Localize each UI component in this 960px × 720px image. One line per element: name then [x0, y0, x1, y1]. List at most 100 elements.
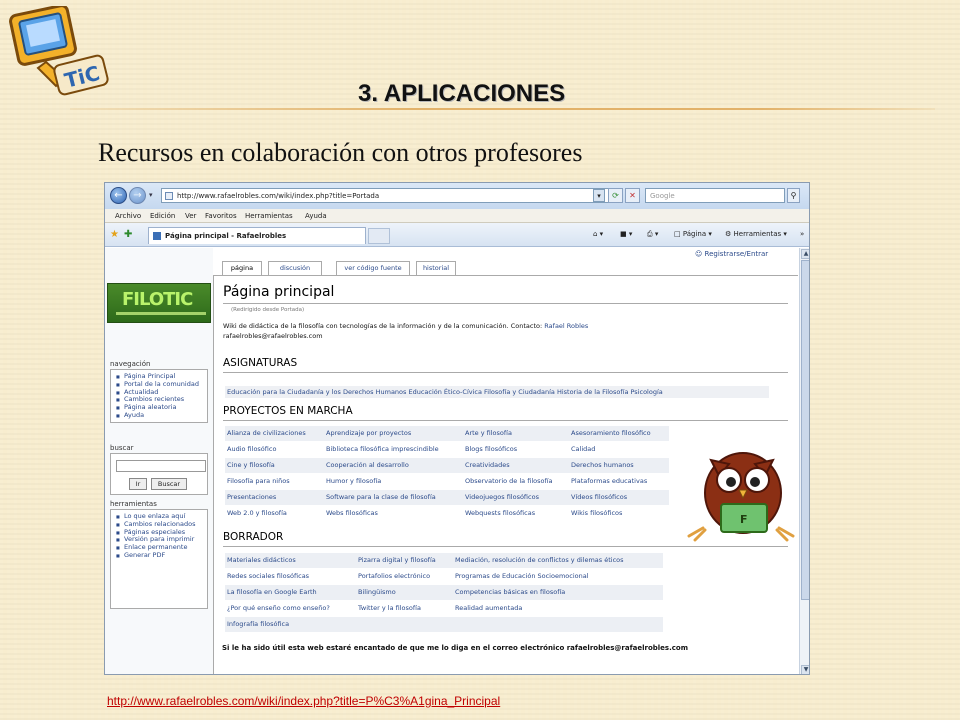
borrador-link[interactable]: Infografía filosófica — [225, 617, 356, 632]
refresh-icon[interactable]: ⟳ — [608, 188, 623, 203]
contact-link[interactable]: Rafael Robles — [544, 322, 588, 330]
proyecto-link[interactable]: Aprendizaje por proyectos — [324, 426, 463, 441]
footer-note: Si le ha sido útil esta web estaré encan… — [222, 644, 688, 652]
address-dropdown-icon[interactable]: ▾ — [593, 189, 605, 202]
add-favorite-icon[interactable]: ✚ — [124, 229, 132, 240]
menu-bar: Archivo Edición Ver Favoritos Herramient… — [105, 209, 809, 223]
tab-discusion[interactable]: discusión — [268, 261, 322, 275]
menu-herramientas[interactable]: Herramientas — [245, 212, 293, 220]
tool-link-pdf[interactable]: Generar PDF — [116, 551, 206, 560]
page-viewport: FILOTIC navegación Página Principal Port… — [105, 248, 809, 674]
go-button[interactable]: Ir — [129, 478, 147, 490]
borrador-link[interactable]: Realidad aumentada — [453, 601, 663, 616]
proyecto-link[interactable]: Webs filosóficas — [324, 506, 463, 521]
source-url-link[interactable]: http://www.rafaelrobles.com/wiki/index.p… — [107, 694, 500, 708]
proyecto-link[interactable]: Blogs filosóficos — [463, 442, 569, 457]
svg-text:F: F — [740, 513, 748, 526]
proyecto-link[interactable]: Filosofía para niños — [225, 474, 324, 489]
borrador-divider — [223, 546, 788, 547]
history-dropdown-icon[interactable]: ▾ — [149, 191, 153, 199]
proyecto-link[interactable]: Alianza de civilizaciones — [225, 426, 324, 441]
nav-link-ayuda[interactable]: Ayuda — [116, 411, 206, 420]
navigation-box: Página Principal Portal de la comunidad … — [110, 369, 208, 423]
borrador-link[interactable] — [453, 617, 663, 632]
proyecto-link[interactable]: Derechos humanos — [569, 458, 669, 473]
proyecto-link[interactable]: Plataformas educativas — [569, 474, 669, 489]
proyecto-link[interactable]: Arte y filosofía — [463, 426, 569, 441]
address-input[interactable]: http://www.rafaelrobles.com/wiki/index.p… — [161, 188, 621, 203]
login-link-label: Registrarse/Entrar — [704, 250, 769, 258]
asignaturas-links[interactable]: Educación para la Ciudadanía y los Derec… — [225, 386, 769, 398]
proyecto-link[interactable]: Cine y filosofía — [225, 458, 324, 473]
menu-ayuda[interactable]: Ayuda — [305, 212, 327, 220]
intro-sentence: Wiki de didáctica de la filosofía con te… — [223, 322, 543, 330]
page-title: Página principal — [223, 284, 335, 300]
proyecto-link[interactable]: Videojuegos filosóficos — [463, 490, 569, 505]
borrador-link[interactable]: Redes sociales filosóficas — [225, 569, 356, 584]
forward-arrow-icon[interactable]: → — [129, 187, 146, 204]
proyecto-link[interactable]: Cooperación al desarrollo — [324, 458, 463, 473]
login-link[interactable]: ☺ Registrarse/Entrar — [695, 250, 768, 258]
back-arrow-icon[interactable]: ← — [110, 187, 127, 204]
tools-menu[interactable]: ⚙ Herramientas ▾ — [725, 230, 787, 238]
page-scrollbar[interactable]: ▲ ▼ — [799, 248, 809, 674]
search-icon[interactable]: ⚲ — [787, 188, 800, 203]
tab-ver-codigo[interactable]: ver código fuente — [336, 261, 410, 275]
browser-screenshot: ← → ▾ http://www.rafaelrobles.com/wiki/i… — [104, 182, 810, 675]
borrador-link[interactable]: La filosofía en Google Earth — [225, 585, 356, 600]
borrador-link[interactable]: ¿Por qué enseño como enseño? — [225, 601, 356, 616]
proyecto-link[interactable]: Calidad — [569, 442, 669, 457]
menu-favoritos[interactable]: Favoritos — [205, 212, 237, 220]
menu-ver[interactable]: Ver — [185, 212, 196, 220]
browser-tab-title: Página principal - Rafaelrobles — [165, 232, 287, 240]
proyecto-link[interactable]: Vídeos filosóficos — [569, 490, 669, 505]
borrador-link[interactable]: Pizarra digital y filosofía — [356, 553, 453, 568]
stop-icon[interactable]: ✕ — [625, 188, 640, 203]
proyecto-link[interactable]: Observatorio de la filosofía — [463, 474, 569, 489]
toolbar-overflow-icon[interactable]: » — [800, 230, 804, 238]
proyecto-link[interactable]: Web 2.0 y filosofía — [225, 506, 324, 521]
wiki-search-input[interactable] — [116, 460, 206, 472]
scroll-down-icon[interactable]: ▼ — [801, 665, 809, 674]
heading-borrador: BORRADOR — [223, 531, 284, 543]
borrador-link[interactable]: Competencias básicas en filosofía — [453, 585, 663, 600]
proyecto-link[interactable]: Presentaciones — [225, 490, 324, 505]
proyecto-link[interactable]: Biblioteca filosófica imprescindible — [324, 442, 463, 457]
proyecto-link[interactable]: Audio filosófico — [225, 442, 324, 457]
borrador-link[interactable] — [356, 617, 453, 632]
borrador-link[interactable]: Materiales didácticos — [225, 553, 356, 568]
menu-edicion[interactable]: Edición — [150, 212, 175, 220]
scroll-up-icon[interactable]: ▲ — [801, 249, 809, 259]
slide-title-rule — [70, 108, 935, 110]
feeds-icon[interactable]: ■ ▾ — [620, 230, 632, 238]
borrador-link[interactable]: Programas de Educación Socioemocional — [453, 569, 663, 584]
menu-archivo[interactable]: Archivo — [115, 212, 141, 220]
home-icon[interactable]: ⌂ ▾ — [593, 230, 603, 238]
filotic-logo-text: FILOTIC — [122, 289, 193, 310]
tools-box: Lo que enlaza aquí Cambios relacionados … — [110, 509, 208, 609]
tab-pagina[interactable]: página — [222, 261, 262, 276]
tab-historial[interactable]: historial — [416, 261, 456, 275]
borrador-link[interactable]: Portafolios electrónico — [356, 569, 453, 584]
browser-search-input[interactable]: Google — [645, 188, 785, 203]
proyecto-link[interactable]: Humor y filosofía — [324, 474, 463, 489]
borrador-link[interactable]: Mediación, resolución de conflictos y di… — [453, 553, 663, 568]
owl-mascot-icon: F — [687, 452, 795, 542]
proyecto-link[interactable]: Webquests filosóficas — [463, 506, 569, 521]
browser-tab-active[interactable]: Página principal - Rafaelrobles — [148, 227, 366, 244]
filotic-logo[interactable]: FILOTIC — [107, 283, 211, 323]
new-tab-button[interactable] — [368, 228, 390, 244]
tools-menu-label: Herramientas — [733, 230, 782, 238]
scroll-thumb[interactable] — [801, 260, 809, 600]
proyecto-link[interactable]: Asesoramiento filosófico — [569, 426, 669, 441]
borrador-link[interactable]: Twitter y la filosofía — [356, 601, 453, 616]
proyecto-link[interactable]: Creatividades — [463, 458, 569, 473]
borrador-link[interactable]: Bilingüismo — [356, 585, 453, 600]
favorites-star-icon[interactable]: ★ — [110, 229, 119, 240]
proyecto-link[interactable]: Software para la clase de filosofía — [324, 490, 463, 505]
search-button[interactable]: Buscar — [151, 478, 187, 490]
heading-proyectos: PROYECTOS EN MARCHA — [223, 405, 353, 417]
print-icon[interactable]: ⎙ ▾ — [647, 230, 658, 239]
page-menu[interactable]: □ Página ▾ — [674, 230, 712, 238]
proyecto-link[interactable]: Wikis filosóficos — [569, 506, 669, 521]
